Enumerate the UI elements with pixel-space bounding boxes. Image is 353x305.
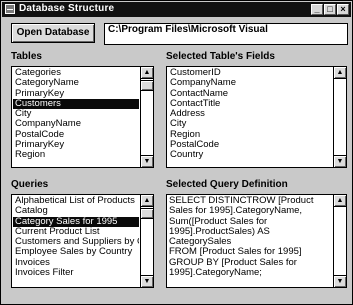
list-item[interactable]: Invoices Filter (13, 268, 139, 278)
scroll-down-arrow-icon[interactable]: ▼ (334, 275, 346, 287)
list-item[interactable]: ContactTitle (168, 99, 332, 109)
list-item[interactable]: CompanyName (168, 78, 332, 88)
list-item[interactable]: City (168, 119, 332, 129)
open-database-button[interactable]: Open Database (11, 23, 95, 43)
fields-label: Selected Table's Fields (166, 51, 275, 62)
scroll-up-arrow-icon[interactable]: ▲ (141, 67, 153, 79)
queries-items: Alphabetical List of Products Catalog Cate… (13, 196, 139, 286)
list-item[interactable]: Categories (13, 68, 139, 78)
list-item[interactable]: Customers and Suppliers by C (13, 237, 139, 247)
list-item[interactable]: Region (13, 150, 139, 160)
list-item[interactable]: City (13, 109, 139, 119)
query-definition-text[interactable]: SELECT DISTINCTROW [Product Sales for 19… (169, 196, 330, 286)
query-definition-box[interactable]: SELECT DISTINCTROW [Product Sales for 19… (166, 194, 347, 288)
title-bar[interactable]: Database Structure _ □ × (2, 2, 351, 17)
query-definition-label: Selected Query Definition (166, 179, 288, 190)
list-item[interactable]: CategoryName (13, 78, 139, 88)
list-item[interactable]: PrimaryKey (13, 140, 139, 150)
scroll-thumb[interactable] (141, 80, 153, 91)
scroll-up-arrow-icon[interactable]: ▲ (141, 195, 153, 207)
list-item[interactable]: Address (168, 109, 332, 119)
list-item[interactable]: Current Product List (13, 227, 139, 237)
tables-scrollbar[interactable]: ▲ ▼ (140, 67, 153, 167)
close-button[interactable]: × (337, 4, 349, 15)
scroll-up-arrow-icon[interactable]: ▲ (334, 67, 346, 79)
tables-items: Categories CategoryName PrimaryKey Customer… (13, 68, 139, 166)
list-item[interactable]: Customers (13, 98, 139, 110)
minimize-button[interactable]: _ (311, 4, 323, 15)
scroll-thumb[interactable] (141, 208, 153, 219)
list-item[interactable]: ContactName (168, 89, 332, 99)
fields-scrollbar[interactable]: ▲ ▼ (333, 67, 346, 167)
maximize-button[interactable]: □ (324, 4, 336, 15)
tables-label: Tables (11, 51, 42, 62)
queries-label: Queries (11, 179, 49, 190)
list-item[interactable]: PostalCode (168, 140, 332, 150)
fields-items: CustomerID CompanyName ContactName ContactT… (168, 68, 332, 166)
list-item[interactable]: PrimaryKey (13, 89, 139, 99)
list-item[interactable]: Catalog (13, 206, 139, 216)
list-item[interactable]: Country (168, 150, 332, 160)
scroll-down-arrow-icon[interactable]: ▼ (334, 155, 346, 167)
database-path-field[interactable]: C:\Program Files\Microsoft Visual (104, 23, 348, 45)
list-item[interactable]: CustomerID (168, 68, 332, 78)
scroll-down-arrow-icon[interactable]: ▼ (141, 155, 153, 167)
list-item[interactable]: PostalCode (13, 130, 139, 140)
scroll-up-arrow-icon[interactable]: ▲ (334, 195, 346, 207)
window-title: Database Structure (19, 3, 115, 14)
app-icon[interactable] (5, 4, 15, 14)
scroll-down-arrow-icon[interactable]: ▼ (141, 275, 153, 287)
queries-scrollbar[interactable]: ▲ ▼ (140, 195, 153, 287)
tables-list[interactable]: Categories CategoryName PrimaryKey Customer… (11, 66, 154, 168)
list-item[interactable]: Employee Sales by Country (13, 247, 139, 257)
fields-list[interactable]: CustomerID CompanyName ContactName ContactT… (166, 66, 347, 168)
list-item[interactable]: Category Sales for 1995 (13, 216, 139, 227)
database-structure-window: Database Structure _ □ × Open Database C… (0, 0, 353, 305)
list-item[interactable]: Region (168, 130, 332, 140)
list-item[interactable]: Alphabetical List of Products (13, 196, 139, 206)
list-item[interactable]: CompanyName (13, 119, 139, 129)
queries-list[interactable]: Alphabetical List of Products Catalog Cate… (11, 194, 154, 288)
list-item[interactable]: Invoices (13, 258, 139, 268)
definition-scrollbar[interactable]: ▲ ▼ (333, 195, 346, 287)
